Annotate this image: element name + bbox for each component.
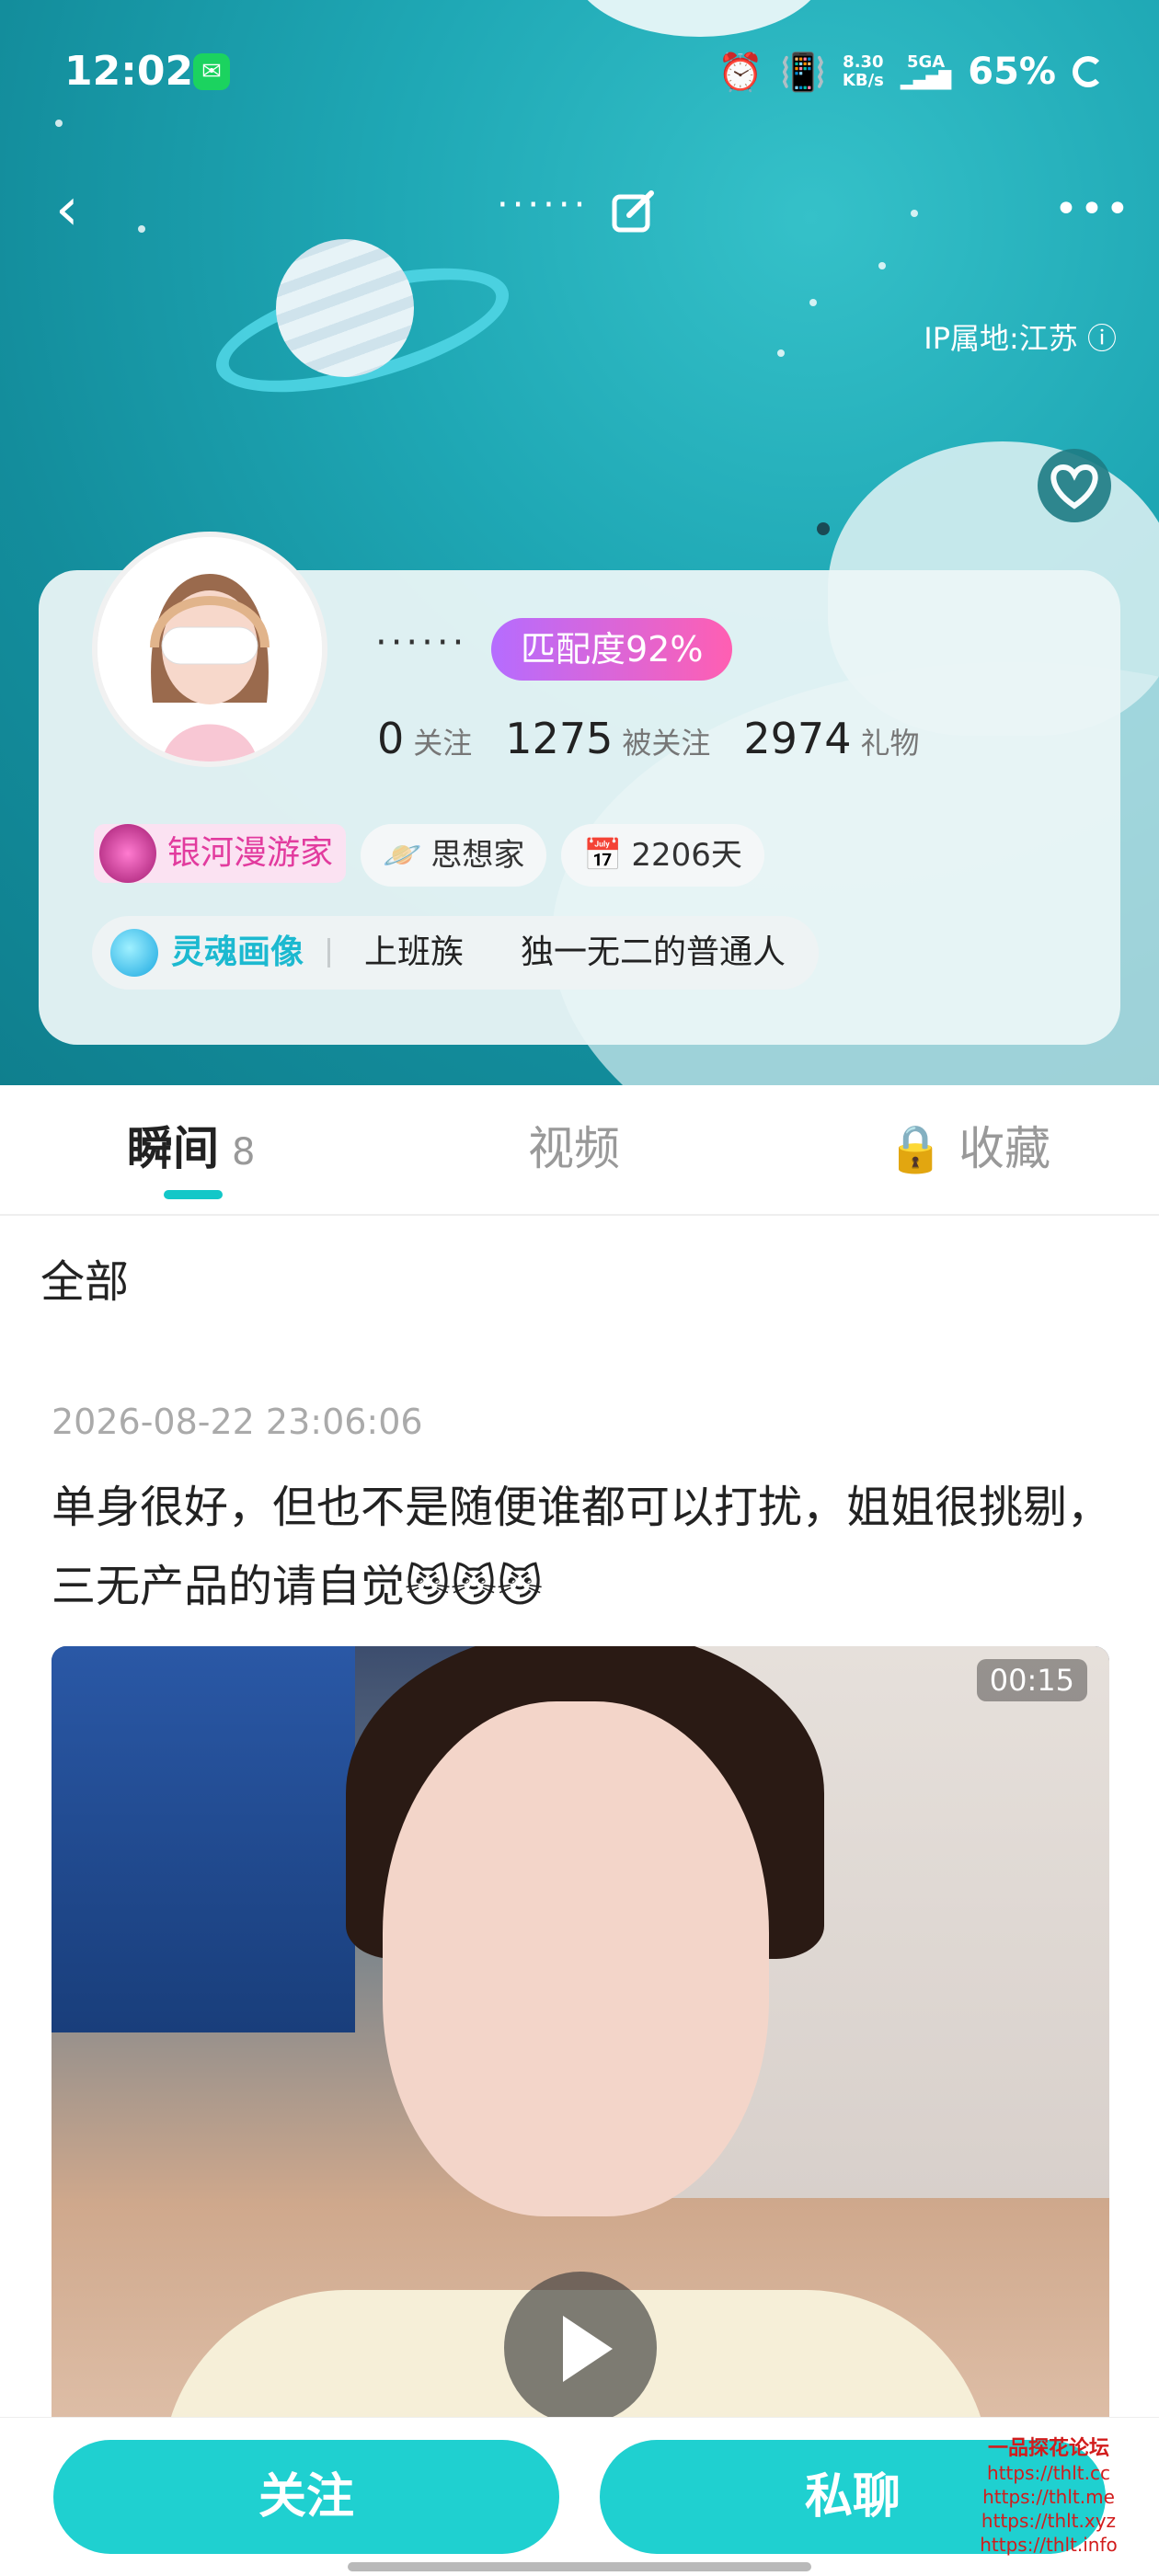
back-arrow-icon[interactable]: ‹ (55, 180, 79, 239)
edit-icon[interactable] (611, 188, 659, 239)
galaxy-badge-icon (99, 824, 156, 883)
ip-location-text: IP属地:江苏 (924, 321, 1078, 356)
tab-favorites-label: 收藏 (958, 1122, 1051, 1175)
battery-percent: 65% (968, 51, 1056, 93)
followers-count[interactable]: 1275 (505, 714, 613, 763)
star-decoration (55, 120, 63, 127)
gifts-count[interactable]: 2974 (743, 714, 851, 763)
planet-illustration (276, 239, 414, 377)
soul-portrait-label: 灵魂画像 (171, 933, 304, 971)
watermark-title: 一品探花论坛 (987, 2437, 1109, 2460)
home-gesture-handle[interactable] (348, 2562, 811, 2571)
profile-nickname-title: ······ (497, 184, 590, 226)
tab-moments-count: 8 (232, 1131, 256, 1174)
watermark-url: https://thlt.me (982, 2486, 1115, 2508)
star-decoration (878, 262, 886, 269)
profile-stats: 0 关注 1275 被关注 2974 礼物 (377, 714, 943, 763)
profile-tabs: 瞬间 8 视频 🔒 收藏 (0, 1085, 1159, 1216)
thinker-label: 思想家 (430, 837, 525, 874)
moon-illustration (570, 0, 828, 37)
net-speed-unit: KB/s (842, 71, 884, 90)
net-speed: 8.30 KB/s (843, 53, 884, 90)
avatar-illustration (98, 537, 322, 761)
network-type-label: 5GA (906, 52, 946, 72)
seal-eye-illustration (817, 522, 830, 535)
star-decoration (777, 349, 785, 357)
profile-nickname: ······ (375, 622, 468, 664)
signal-icon: ▂▄▆█ (900, 71, 952, 90)
favorite-heart-button[interactable] (1038, 449, 1111, 522)
calendar-icon: 📅 (583, 837, 623, 874)
status-right-group: ⏰ 📳 8.30 KB/s 5GA ▂▄▆█ 65% (717, 44, 1104, 99)
soul-tag: 上班族 (364, 933, 465, 971)
soul-tag: 独一无二的普通人 (521, 933, 786, 971)
heart-icon (1050, 464, 1098, 509)
match-score-badge[interactable]: 匹配度92% (491, 618, 733, 681)
thinker-tag[interactable]: 🪐 思想家 (361, 824, 547, 887)
help-circle-icon[interactable]: ⓘ (1087, 321, 1117, 356)
tab-moments[interactable]: 瞬间 8 (127, 1116, 255, 1185)
gifts-label: 礼物 (860, 726, 920, 761)
filter-all[interactable]: 全部 (40, 1245, 129, 1310)
top-nav: ‹ ······ ••• (0, 175, 1159, 248)
lock-icon: 🔒 (887, 1122, 945, 1175)
wechat-notification-icon: ✉ (193, 53, 230, 90)
loading-ring-icon (1073, 56, 1104, 87)
days-tag[interactable]: 📅 2206天 (561, 824, 764, 887)
tab-favorites[interactable]: 🔒 收藏 (887, 1116, 1050, 1181)
ip-location: IP属地:江苏 ⓘ (924, 315, 1117, 358)
network-type: 5GA ▂▄▆█ (901, 53, 951, 90)
more-options-icon[interactable]: ••• (1054, 186, 1131, 233)
active-tab-indicator (164, 1190, 223, 1199)
divider (327, 938, 330, 967)
post-text[interactable]: 单身很好，但也不是随便谁都可以打扰，姐姐很挑剔，三无产品的请自觉😼😼😼 (52, 1468, 1119, 1626)
watermark-url: https://thlt.cc (987, 2462, 1110, 2484)
soul-portrait-row[interactable]: 灵魂画像 上班族 独一无二的普通人 (92, 916, 819, 990)
tab-videos-label: 视频 (528, 1122, 620, 1175)
user-avatar[interactable] (92, 532, 327, 767)
follow-button[interactable]: 关注 (53, 2440, 559, 2554)
galaxy-badge-label: 银河漫游家 (167, 834, 334, 872)
alarm-icon: ⏰ (717, 51, 764, 94)
status-bar: 12:02 ✉ ⏰ 📳 8.30 KB/s 5GA ▂▄▆█ 65% (64, 44, 1104, 99)
following-label: 关注 (413, 726, 473, 761)
net-speed-value: 8.30 (843, 52, 884, 72)
vibrate-icon: 📳 (780, 51, 826, 94)
watermark-url: https://thlt.xyz (981, 2510, 1117, 2532)
star-decoration (809, 299, 817, 306)
video-duration: 00:15 (976, 1659, 1087, 1701)
video-frame-face (383, 1701, 769, 2216)
video-frame-window (52, 1646, 355, 2032)
status-time: 12:02 (64, 48, 194, 95)
tab-moments-label: 瞬间 (127, 1122, 219, 1175)
planet-icon: 🪐 (383, 837, 422, 874)
soul-portrait-icon (110, 929, 158, 977)
watermark: 一品探花论坛 https://thlt.cc https://thlt.me h… (957, 2437, 1141, 2557)
days-label: 2206天 (631, 837, 742, 874)
followers-label: 被关注 (622, 726, 711, 761)
watermark-url: https://thlt.info (980, 2534, 1118, 2556)
tab-videos[interactable]: 视频 (528, 1116, 620, 1181)
galaxy-traveler-badge[interactable]: 银河漫游家 (94, 824, 347, 883)
post-timestamp: 2026-08-22 23:06:06 (52, 1402, 423, 1442)
play-icon[interactable] (504, 2272, 657, 2424)
following-count[interactable]: 0 (377, 714, 404, 763)
